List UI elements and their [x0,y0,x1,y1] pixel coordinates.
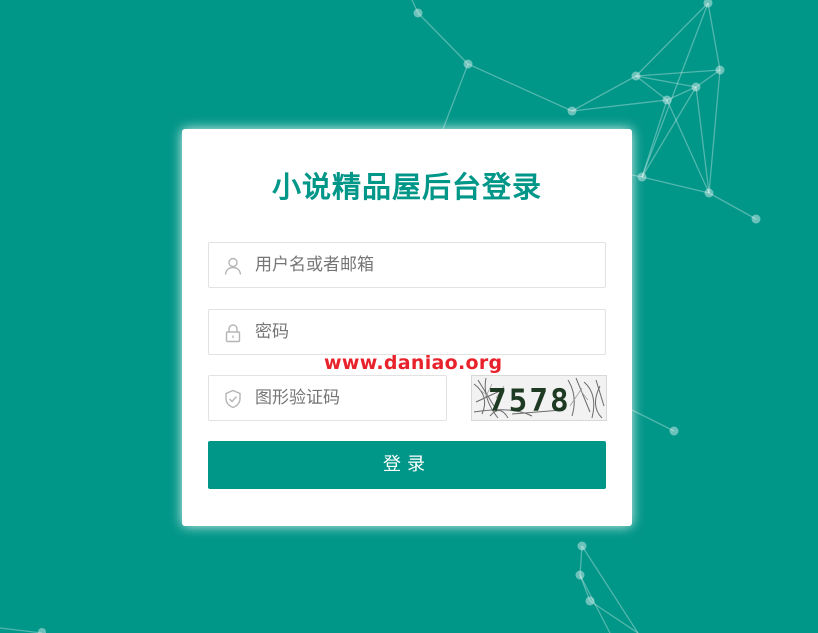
username-placeholder: 用户名或者邮箱 [255,255,374,275]
captcha-code: 7578 [488,383,571,419]
watermark-text: www.daniao.org [324,352,503,374]
login-card: 小说精品屋后台登录 用户名或者邮箱 密码 图形验证码 7578 www.dani… [182,129,632,526]
password-field[interactable]: 密码 [208,309,606,355]
captcha-image[interactable]: 7578 [471,375,607,421]
login-button[interactable]: 登录 [208,441,606,489]
lock-icon [223,323,243,343]
captcha-placeholder: 图形验证码 [255,388,340,408]
captcha-field[interactable]: 图形验证码 [208,375,447,421]
user-icon [223,256,243,276]
password-placeholder: 密码 [255,322,289,342]
username-field[interactable]: 用户名或者邮箱 [208,242,606,288]
shield-icon [223,389,243,409]
page-title: 小说精品屋后台登录 [271,170,542,204]
